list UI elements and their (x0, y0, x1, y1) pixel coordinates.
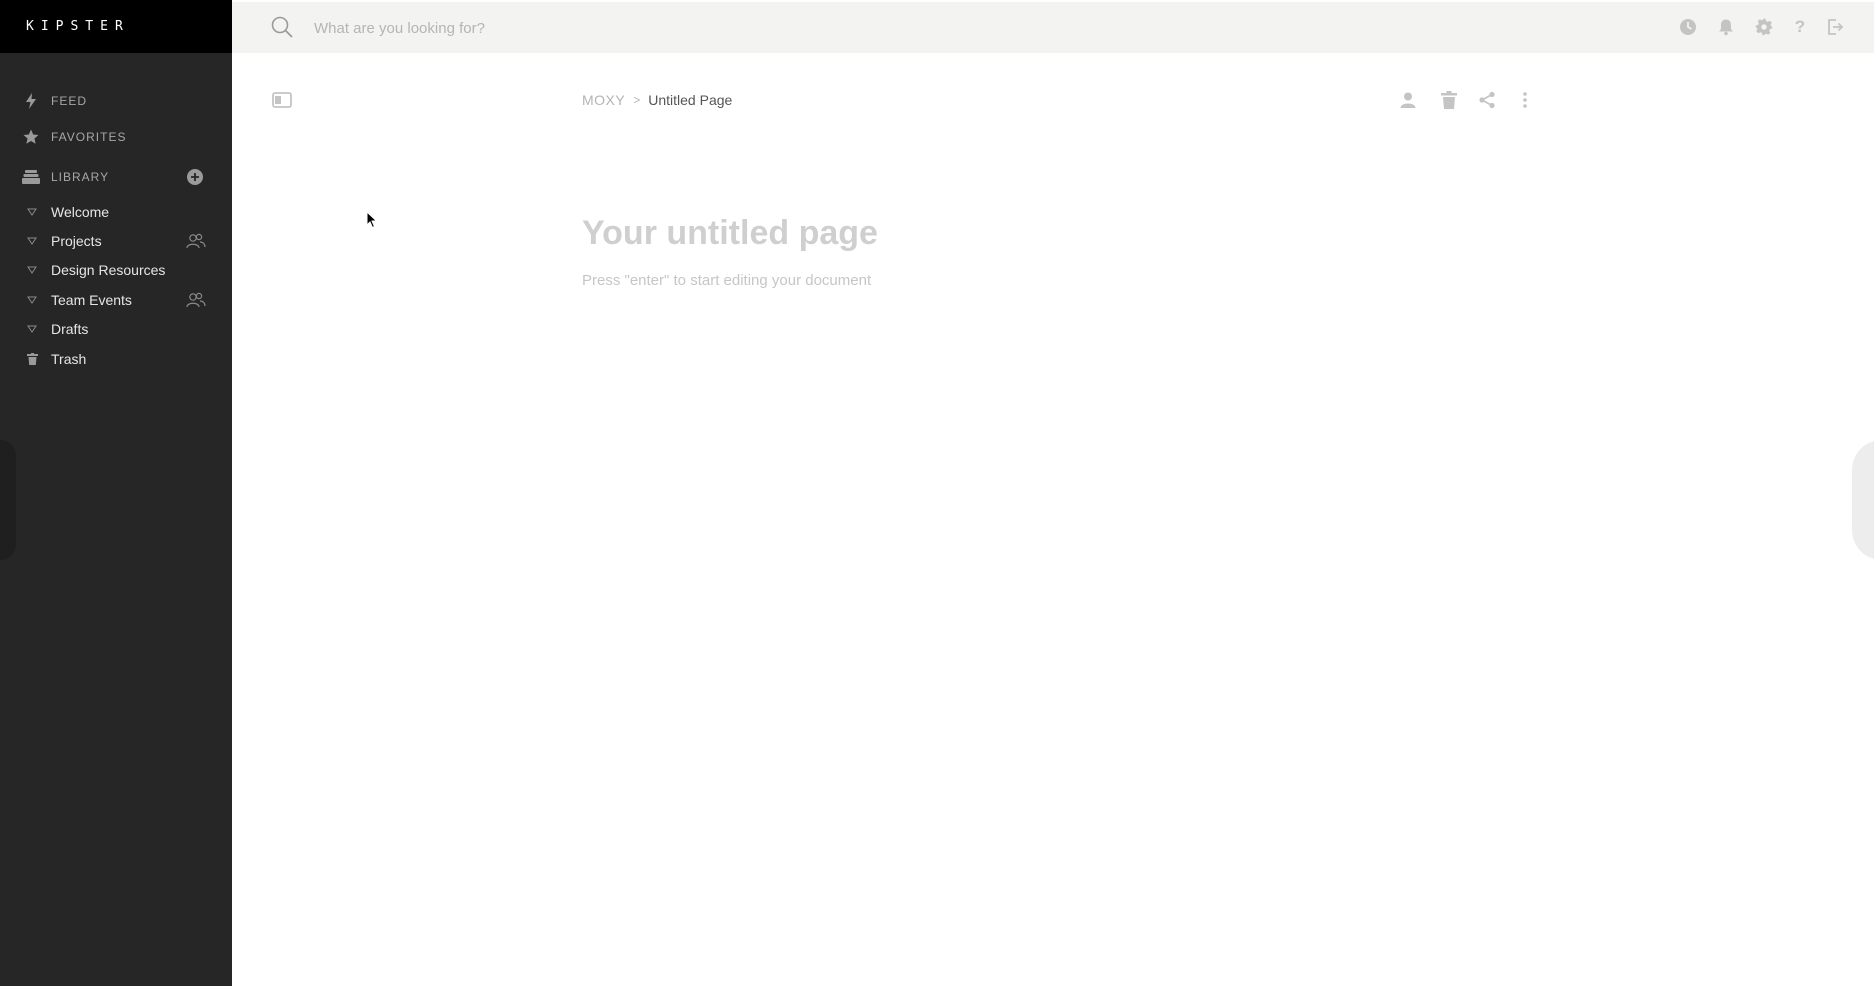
caret-down-icon[interactable] (26, 235, 38, 247)
shared-users-icon[interactable] (186, 232, 206, 250)
library-item-trash[interactable]: Trash (0, 346, 232, 372)
edge-handle-left (0, 440, 16, 560)
library-item-label: Welcome (51, 204, 110, 220)
page-title[interactable]: Your untitled page (582, 214, 878, 253)
help-icon[interactable]: ? (1789, 16, 1811, 38)
library-item-label: Team Events (51, 292, 132, 308)
caret-down-icon[interactable] (26, 294, 38, 306)
breadcrumb-current[interactable]: Untitled Page (648, 92, 732, 108)
logout-icon[interactable] (1824, 16, 1846, 38)
edge-handle-right[interactable] (1852, 440, 1874, 560)
caret-down-icon[interactable] (26, 206, 38, 218)
plus-icon (191, 173, 199, 181)
library-item-label: Drafts (51, 321, 89, 337)
stack-icon (22, 168, 40, 186)
library-item-drafts[interactable]: Drafts (0, 316, 232, 342)
bell-icon[interactable] (1715, 16, 1737, 38)
shared-users-icon[interactable] (186, 291, 206, 309)
breadcrumb-separator: > (633, 93, 641, 107)
gear-icon[interactable] (1753, 16, 1775, 38)
library-item-label: Design Resources (51, 262, 166, 278)
brand-logo: KIPSTER (26, 19, 130, 34)
breadcrumb: MOXY > Untitled Page (582, 91, 732, 109)
library-item-design-resources[interactable]: Design Resources (0, 257, 232, 283)
mouse-cursor-icon (366, 210, 378, 229)
library-item-projects[interactable]: Projects (0, 228, 232, 254)
user-icon[interactable] (1397, 89, 1419, 111)
star-icon (22, 128, 40, 146)
search-icon[interactable] (270, 15, 294, 39)
share-icon[interactable] (1476, 89, 1498, 111)
editing-hint: Press "enter" to start editing your docu… (582, 272, 872, 289)
sidebar-item-feed[interactable]: FEED (0, 87, 232, 115)
history-icon[interactable] (1677, 16, 1699, 38)
caret-down-icon[interactable] (26, 264, 38, 276)
sidebar-item-label: FAVORITES (51, 130, 127, 144)
library-item-team-events[interactable]: Team Events (0, 287, 232, 313)
trash-icon[interactable] (1438, 89, 1460, 111)
breadcrumb-root[interactable]: MOXY (582, 92, 625, 108)
sidebar-item-label: LIBRARY (51, 170, 110, 184)
add-library-button[interactable] (187, 169, 203, 185)
library-item-label: Projects (51, 233, 102, 249)
library-item-label: Trash (51, 351, 87, 367)
sidebar-item-label: FEED (51, 94, 88, 108)
top-bar: ? (232, 2, 1874, 53)
brand-header[interactable]: KIPSTER (0, 0, 232, 53)
search-input[interactable] (314, 14, 914, 42)
caret-down-icon[interactable] (26, 323, 38, 335)
lightning-icon (22, 92, 40, 110)
sidebar-item-favorites[interactable]: FAVORITES (0, 123, 232, 151)
toggle-sidebar-icon[interactable] (270, 90, 294, 110)
library-item-welcome[interactable]: Welcome (0, 199, 232, 225)
more-options-icon[interactable] (1514, 89, 1536, 111)
trash-icon (26, 353, 38, 365)
sidebar: KIPSTER FEED FAVORITES LIBRARY Welcome P… (0, 0, 232, 986)
